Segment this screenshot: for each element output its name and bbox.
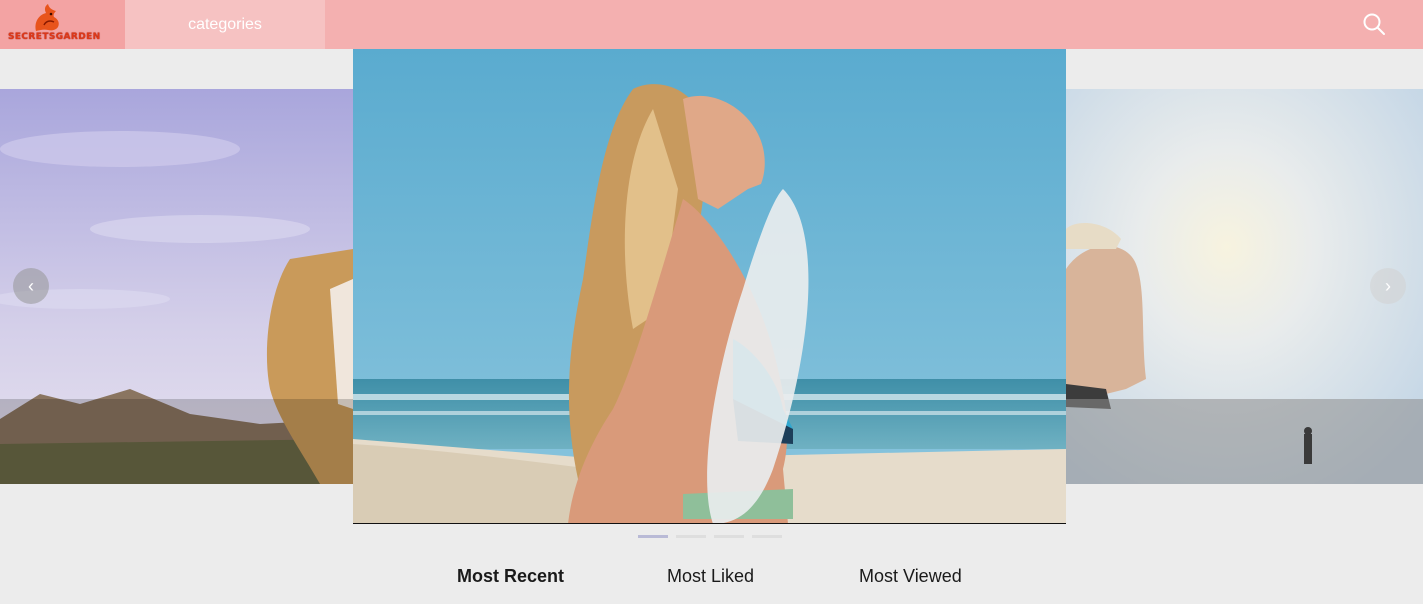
slide-image	[0, 89, 353, 484]
nav-categories[interactable]: categories	[125, 0, 325, 49]
chevron-left-icon[interactable]: ‹	[13, 268, 49, 304]
sort-tabs: Most Recent Most Liked Most Viewed	[0, 566, 1423, 592]
tab-most-recent[interactable]: Most Recent	[457, 566, 564, 587]
carousel-dot-1[interactable]	[638, 535, 668, 538]
site-logo[interactable]: SECRETSGARDEN	[0, 0, 125, 49]
logo-wordmark: SECRETSGARDEN	[8, 32, 101, 42]
tab-most-viewed[interactable]: Most Viewed	[859, 566, 962, 587]
carousel-dot-2[interactable]	[676, 535, 706, 538]
carousel-dot-4[interactable]	[752, 535, 782, 538]
carousel-dot-3[interactable]	[714, 535, 744, 538]
chevron-right-icon[interactable]: ›	[1370, 268, 1406, 304]
slide-image	[353, 49, 1066, 523]
tab-most-liked[interactable]: Most Liked	[667, 566, 754, 587]
search-icon[interactable]	[1362, 12, 1386, 36]
carousel-slide-active[interactable]	[353, 49, 1066, 524]
carousel-indicators	[638, 535, 782, 538]
carousel-slide-previous[interactable]	[0, 89, 353, 484]
top-header: SECRETSGARDEN categories	[0, 0, 1423, 49]
logo-fox-icon	[35, 4, 59, 31]
